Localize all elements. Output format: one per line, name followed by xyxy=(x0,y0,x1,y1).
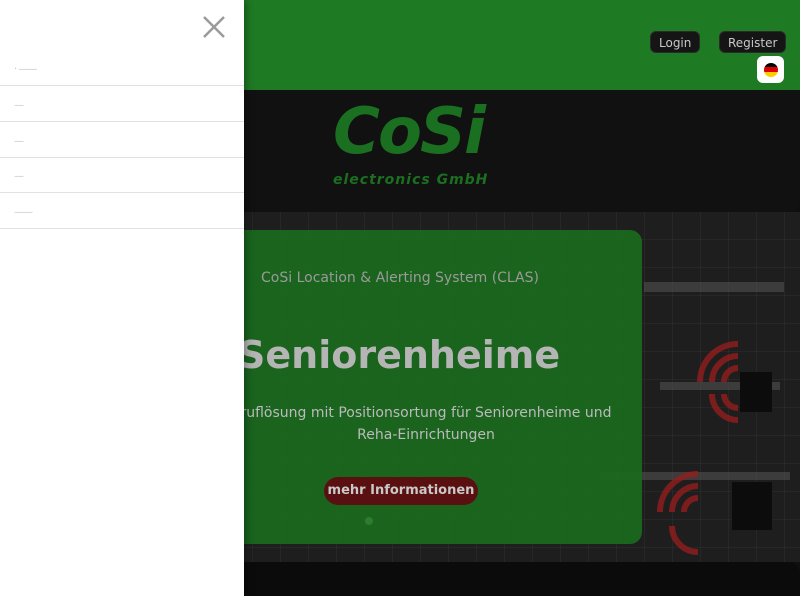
logo-mark: CoSi xyxy=(333,95,486,169)
login-button[interactable]: Login xyxy=(650,31,701,53)
language-switcher-button[interactable] xyxy=(757,56,784,83)
menu-item-label: —— xyxy=(14,207,33,218)
signal-waves-icon xyxy=(697,341,739,423)
register-button[interactable]: Register xyxy=(719,31,787,53)
menu-item[interactable]: — xyxy=(0,122,244,158)
close-icon[interactable] xyxy=(201,14,227,40)
more-info-button[interactable]: mehr Informationen xyxy=(324,477,478,505)
menu-item[interactable]: · —— xyxy=(0,50,244,86)
carousel-dot[interactable] xyxy=(365,517,373,525)
logo-subtitle: electronics GmbH xyxy=(333,172,489,188)
hero-description: ruflösung mit Positionsortung für Senior… xyxy=(240,405,612,443)
signal-waves-icon xyxy=(657,471,699,555)
side-menu-drawer: · —— — — — —— xyxy=(0,0,244,596)
menu-item[interactable]: —— xyxy=(0,193,244,229)
hero-kicker: CoSi Location & Alerting System (CLAS) xyxy=(261,270,539,286)
menu-item[interactable]: — xyxy=(0,86,244,122)
hero-title: Seniorenheime xyxy=(238,333,561,377)
menu-item-label: · —— xyxy=(14,64,37,75)
menu-item[interactable]: — xyxy=(0,157,244,193)
menu-item-label: — xyxy=(14,136,24,147)
company-logo[interactable]: CoSi electronics GmbH xyxy=(333,100,498,198)
menu-item-label: — xyxy=(14,171,24,182)
menu-item-label: — xyxy=(14,100,24,111)
german-flag-icon xyxy=(763,62,778,77)
page: Login Register CoSi electronics GmbH CoS… xyxy=(0,0,800,596)
